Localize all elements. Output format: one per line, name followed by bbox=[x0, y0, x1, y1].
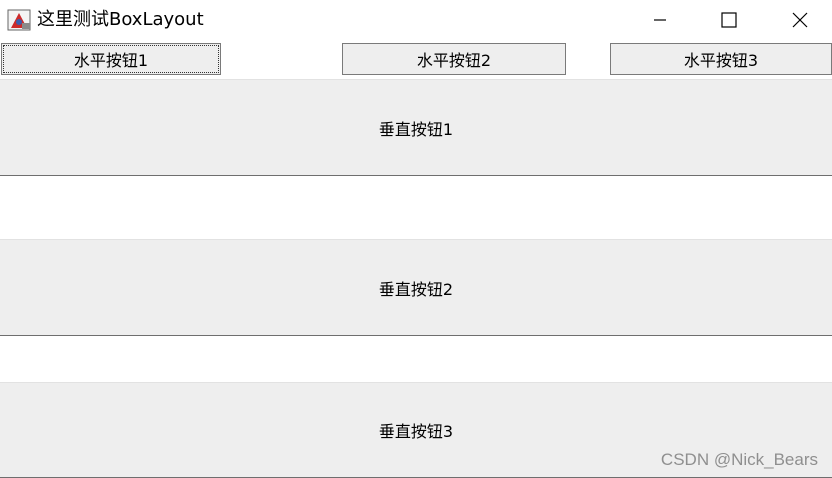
minimize-button[interactable] bbox=[637, 0, 683, 40]
java-app-icon bbox=[7, 8, 33, 32]
watermark-text: CSDN @Nick_Bears bbox=[660, 450, 818, 469]
close-icon bbox=[792, 12, 808, 28]
maximize-button[interactable] bbox=[706, 0, 752, 40]
horizontal-button-3[interactable]: 水平按钮3 bbox=[610, 43, 832, 75]
vertical-button-1[interactable]: 垂直按钮1 bbox=[0, 79, 832, 176]
title-bar[interactable]: 这里测试BoxLayout bbox=[0, 0, 832, 42]
horizontal-button-2[interactable]: 水平按钮2 bbox=[342, 43, 566, 75]
vertical-button-2[interactable]: 垂直按钮2 bbox=[0, 239, 832, 336]
minimize-icon bbox=[654, 19, 666, 21]
maximize-icon bbox=[721, 12, 737, 28]
window-title: 这里测试BoxLayout bbox=[37, 9, 204, 30]
horizontal-button-1[interactable]: 水平按钮1 bbox=[1, 43, 221, 75]
close-button[interactable] bbox=[777, 0, 823, 40]
